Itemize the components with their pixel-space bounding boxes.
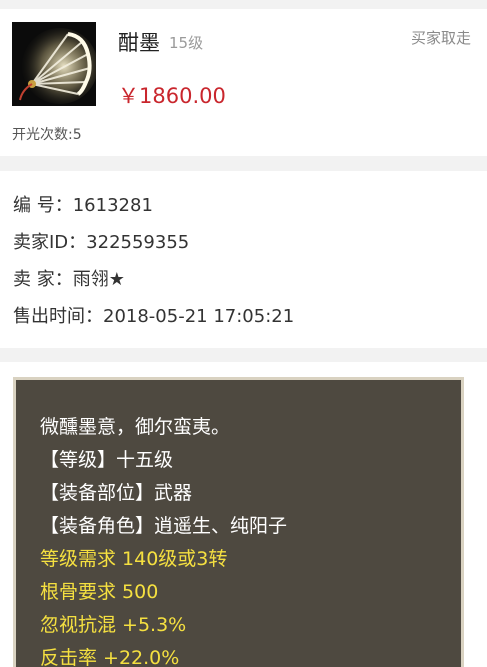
item-name: 酣墨 (118, 31, 160, 55)
seller-row: 卖 家：雨翎★ (13, 265, 125, 291)
description-line: 【等级】十五级 (40, 449, 174, 471)
trade-status: 买家取走 (410, 29, 471, 47)
description-line: 【装备部位】武器 (40, 482, 193, 504)
item-card[interactable]: 酣墨 15级 买家取走 ￥1860.00 开光次数:5 (0, 9, 487, 156)
item-level: 15级 (169, 34, 204, 52)
seller-id-row: 卖家ID：322559355 (13, 228, 189, 254)
description-line: 反击率 +22.0% (40, 647, 180, 667)
id-row: 编 号：1613281 (13, 191, 153, 217)
seller-value: 雨翎★ (72, 269, 125, 290)
description-line: 根骨要求 500 (40, 581, 159, 603)
sold-time-label: 售出时间： (13, 306, 103, 327)
section-divider (0, 156, 487, 171)
description-section: 微醺墨意，御尔蛮夷。 【等级】十五级 【装备部位】武器 【装备角色】逍遥生、纯阳… (0, 362, 487, 667)
item-description-panel: 微醺墨意，御尔蛮夷。 【等级】十五级 【装备部位】武器 【装备角色】逍遥生、纯阳… (13, 377, 464, 667)
description-line: 忽视抗混 +5.3% (40, 614, 187, 636)
seller-label: 卖 家： (13, 269, 73, 290)
seller-id-label: 卖家ID： (13, 232, 87, 253)
id-label: 编 号： (13, 195, 73, 216)
sold-time-row: 售出时间：2018-05-21 17:05:21 (13, 302, 294, 328)
open-count: 开光次数:5 (12, 127, 82, 143)
id-value: 1613281 (72, 195, 153, 216)
description-line: 微醺墨意，御尔蛮夷。 (40, 416, 231, 438)
description-line: 等级需求 140级或3转 (40, 548, 228, 570)
fan-weapon-icon (12, 22, 96, 106)
sold-time-value: 2018-05-21 17:05:21 (103, 306, 295, 327)
item-price: ￥1860.00 (118, 84, 226, 108)
trade-info: 编 号：1613281 卖家ID：322559355 卖 家：雨翎★ 售出时间：… (0, 171, 487, 348)
section-divider (0, 348, 487, 362)
description-line: 【装备角色】逍遥生、纯阳子 (40, 515, 288, 537)
seller-id-value: 322559355 (86, 232, 190, 253)
top-divider (0, 0, 487, 9)
